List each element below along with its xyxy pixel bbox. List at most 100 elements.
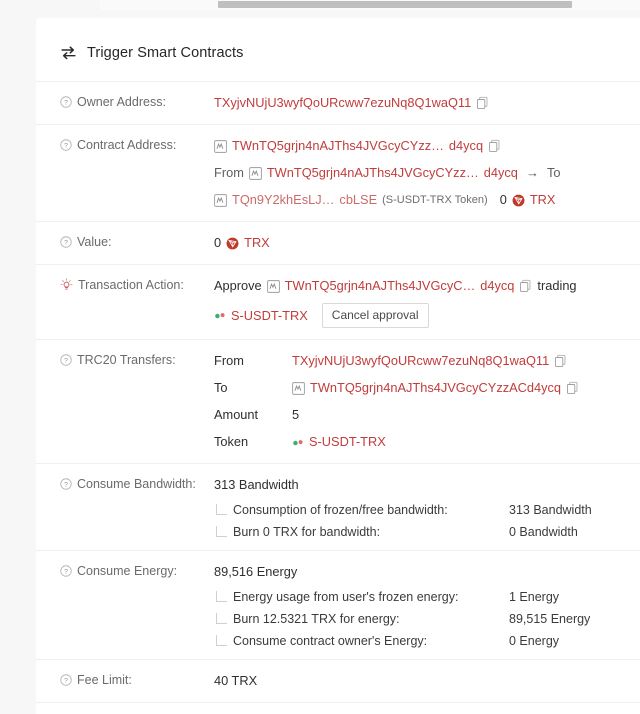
svg-text:?: ?: [64, 678, 68, 685]
energy-detail-row: Burn 12.5321 TRX for energy: 89,515 Ener…: [214, 612, 628, 626]
transaction-detail-page: Trigger Smart Contracts ? Owner Address:…: [0, 0, 640, 714]
action-word: trading: [537, 278, 577, 293]
value-consume-bandwidth: 313 Bandwidth Consumption of frozen/free…: [214, 475, 628, 539]
field-key: Token: [214, 434, 249, 449]
energy-detail-row: Energy usage from user's frozen energy: …: [214, 590, 628, 604]
horizontal-scrollbar-thumb[interactable]: [218, 1, 572, 8]
energy-total: 89,516 Energy: [214, 564, 298, 579]
bandwidth-total: 313 Bandwidth: [214, 477, 299, 492]
help-icon[interactable]: ?: [60, 565, 72, 577]
detail-value: 1 Energy: [509, 590, 560, 604]
value-trc20-transfers: From TXyjvNUjU3wyfQoURcww7ezuNq8Q1waQ11 …: [214, 351, 628, 452]
help-icon[interactable]: ?: [60, 96, 72, 108]
transfer-amount-value: 5: [292, 407, 300, 422]
transfer-field-amount: Amount 5: [214, 405, 628, 425]
value-fee-limit: 40 TRX: [214, 671, 628, 691]
copy-icon[interactable]: [519, 279, 532, 293]
row-value: ? Value: 0 TRX: [36, 221, 640, 264]
help-icon[interactable]: ?: [60, 139, 72, 151]
energy-detail-row: Consume contract owner's Energy: 0 Energ…: [214, 634, 628, 648]
transfer-token-link[interactable]: S-USDT-TRX: [309, 432, 386, 452]
help-icon[interactable]: ?: [60, 478, 72, 490]
label-value: ? Value:: [60, 233, 214, 250]
bandwidth-detail-row: Burn 0 TRX for bandwidth: 0 Bandwidth: [214, 525, 628, 539]
help-icon[interactable]: ?: [60, 674, 72, 686]
label-fee-limit: ? Fee Limit:: [60, 671, 214, 688]
svg-text:?: ?: [64, 358, 68, 365]
value-transaction-action: Approve TWnTQ5grjn4nAJThs4JVGcyC… d4ycq …: [214, 276, 628, 328]
fee-limit-value: 40 TRX: [214, 673, 258, 688]
help-icon[interactable]: ?: [60, 354, 72, 366]
row-consume-energy: ? Consume Energy: 89,516 Energy Energy u…: [36, 550, 640, 659]
label-consume-energy: ? Consume Energy:: [60, 562, 214, 579]
tree-corner-icon: [216, 635, 227, 646]
row-consume-bandwidth: ? Consume Bandwidth: 313 Bandwidth Consu…: [36, 463, 640, 550]
value-currency[interactable]: TRX: [244, 233, 270, 253]
row-trc20-transfers: ? TRC20 Transfers: From TXyjvNUjU3wyfQoU…: [36, 339, 640, 463]
from-label: From: [214, 165, 244, 180]
copy-icon[interactable]: [488, 139, 501, 153]
approve-target-link[interactable]: TWnTQ5grjn4nAJThs4JVGcyC…: [285, 276, 476, 296]
label-trc20-transfers: ? TRC20 Transfers:: [60, 351, 214, 368]
copy-icon[interactable]: [554, 354, 567, 368]
bandwidth-detail-row: Consumption of frozen/free bandwidth: 31…: [214, 503, 628, 517]
label-text: Owner Address:: [77, 95, 166, 109]
row-owner-address: ? Owner Address: TXyjvNUjU3wyfQoURcww7ez…: [36, 81, 640, 124]
detail-value: 0 Energy: [509, 634, 560, 648]
svg-text:?: ?: [64, 482, 68, 489]
transfer-from-address[interactable]: TXyjvNUjU3wyfQoURcww7ezuNq8Q1waQ11: [292, 351, 549, 371]
row-transaction-action: Transaction Action: Approve TWnTQ5grjn4n…: [36, 264, 640, 339]
svg-text:?: ?: [64, 143, 68, 150]
row-fee-limit: ? Fee Limit: 40 TRX: [36, 659, 640, 702]
transfer-from-link[interactable]: TWnTQ5grjn4nAJThs4JVGcyCYzz…: [267, 163, 479, 183]
transfer-to-link[interactable]: TQn9Y2khEsLJ…: [232, 190, 334, 210]
cancel-approval-button[interactable]: Cancel approval: [321, 303, 429, 328]
svg-text:?: ?: [64, 100, 68, 107]
row-method-calling: ? Method Calling: stake(uint256 amount) …: [36, 702, 640, 714]
transfer-currency[interactable]: TRX: [530, 190, 556, 210]
card-header: Trigger Smart Contracts: [36, 18, 640, 81]
transfer-to-address[interactable]: TWnTQ5grjn4nAJThs4JVGcyCYzzACd4ycq: [310, 378, 561, 398]
copy-icon[interactable]: [566, 381, 579, 395]
transfer-summary: From TWnTQ5grjn4nAJThs4JVGcyCYzz… d4ycq …: [214, 163, 628, 183]
tree-corner-icon: [216, 504, 227, 515]
contract-address-link[interactable]: TWnTQ5grjn4nAJThs4JVGcyCYzz…: [232, 136, 444, 156]
copy-icon[interactable]: [476, 96, 489, 110]
token-icon: [215, 313, 225, 319]
owner-address-link[interactable]: TXyjvNUjU3wyfQoURcww7ezuNq8Q1waQ11: [214, 93, 471, 113]
contract-badge-icon: [248, 166, 262, 180]
transaction-detail-card: Trigger Smart Contracts ? Owner Address:…: [36, 18, 640, 714]
lightbulb-icon: [60, 278, 73, 290]
label-text: Fee Limit:: [77, 673, 132, 687]
svg-text:?: ?: [64, 240, 68, 247]
field-key: From: [214, 353, 244, 368]
transfer-from-tail[interactable]: d4ycq: [484, 163, 518, 183]
value-consume-energy: 89,516 Energy Energy usage from user's f…: [214, 562, 628, 648]
approve-token-link[interactable]: S-USDT-TRX: [231, 306, 308, 326]
transfer-to-tail[interactable]: cbLSE: [339, 190, 377, 210]
label-owner-address: ? Owner Address:: [60, 93, 214, 110]
label-transaction-action: Transaction Action:: [60, 276, 214, 293]
label-contract-address: ? Contract Address:: [60, 136, 214, 153]
transfer-destination: TQn9Y2khEsLJ… cbLSE (S-USDT-TRX Token) 0…: [214, 190, 628, 210]
trx-coin-icon: [226, 237, 239, 249]
transfer-field-token: Token S-USDT-TRX: [214, 432, 628, 452]
label-text: Consume Bandwidth:: [77, 477, 196, 491]
row-contract-address: ? Contract Address: TWnTQ5grjn4nAJThs4JV…: [36, 124, 640, 221]
token-icon: [293, 439, 303, 445]
detail-value: 313 Bandwidth: [509, 503, 592, 517]
value-amount: 0: [214, 235, 222, 250]
svg-text:?: ?: [64, 569, 68, 576]
trx-coin-icon: [512, 194, 525, 206]
approve-target-tail[interactable]: d4ycq: [480, 276, 514, 296]
detail-label: Burn 0 TRX for bandwidth:: [233, 525, 381, 539]
help-icon[interactable]: ?: [60, 236, 72, 248]
horizontal-scrollbar-track[interactable]: [100, 0, 640, 10]
label-consume-bandwidth: ? Consume Bandwidth:: [60, 475, 214, 492]
contract-address-tail[interactable]: d4ycq: [449, 136, 483, 156]
label-text: Value:: [77, 235, 112, 249]
detail-label: Consumption of frozen/free bandwidth:: [233, 503, 448, 517]
arrow-right-icon: →: [525, 165, 539, 180]
detail-label: Burn 12.5321 TRX for energy:: [233, 612, 400, 626]
value-contract-address: TWnTQ5grjn4nAJThs4JVGcyCYzz… d4ycq From …: [214, 136, 628, 210]
